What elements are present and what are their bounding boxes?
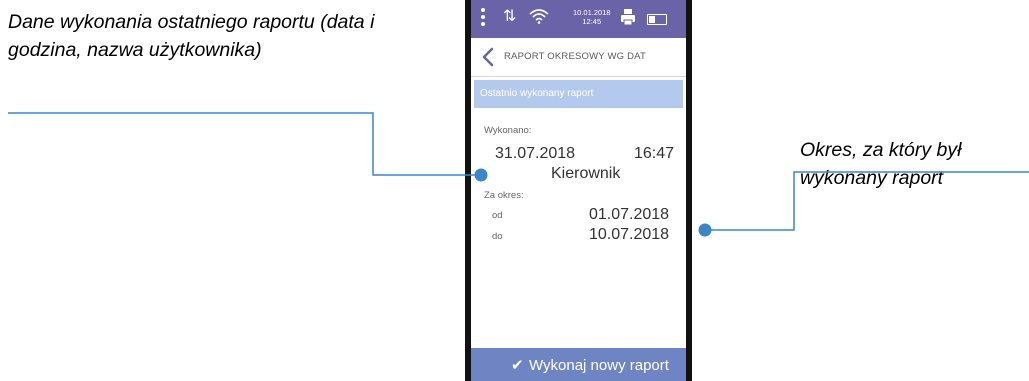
callout-lines — [8, 112, 1029, 237]
callout-line-left — [8, 112, 481, 176]
callout-dot-right — [698, 223, 712, 237]
callout-dot-left — [474, 168, 488, 182]
callout-line-right — [705, 171, 1029, 231]
